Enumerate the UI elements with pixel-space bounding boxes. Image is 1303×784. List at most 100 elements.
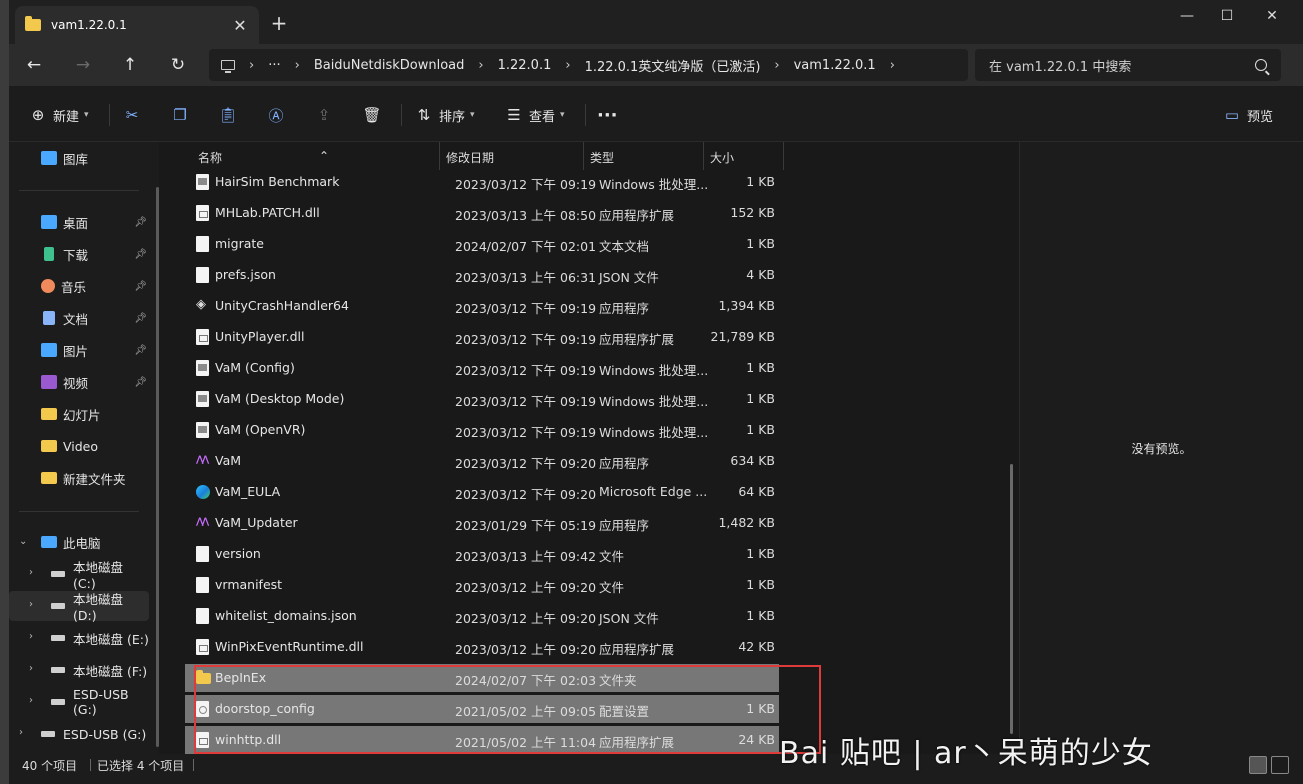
sidebar-item-downloads[interactable]: 下载 📌︎ — [9, 239, 149, 269]
chevron-down-icon[interactable]: ⌄ — [19, 536, 27, 547]
chevron-right-icon[interactable]: › — [29, 567, 33, 578]
sidebar-item-videos[interactable]: 视频 📌︎ — [9, 367, 149, 397]
file-list-scrollbar[interactable] — [1010, 464, 1013, 734]
file-row[interactable]: BepInEx 2024/02/07 下午 02:03 文件夹 — [185, 664, 779, 692]
forward-button[interactable]: → — [69, 52, 97, 78]
chevron-right-icon[interactable]: › — [29, 663, 33, 674]
column-divider[interactable] — [783, 142, 784, 170]
file-name: VaM (Config) — [215, 360, 295, 375]
search-box[interactable]: 在 vam1.22.0.1 中搜索 — [975, 49, 1281, 81]
sidebar-item-drive[interactable]: › 本地磁盘 (E:) — [9, 623, 149, 653]
sidebar-item-desktop[interactable]: 桌面 📌︎ — [9, 207, 149, 237]
cut-button[interactable]: ✂ — [121, 102, 143, 128]
chevron-right-icon[interactable]: › — [29, 599, 33, 610]
new-button[interactable]: ⊕ 新建 ▾ — [27, 102, 89, 128]
pin-icon[interactable]: 📌︎ — [134, 281, 147, 292]
delete-button[interactable]: 🗑︎ — [361, 102, 383, 128]
pin-icon[interactable]: 📌︎ — [134, 345, 147, 356]
refresh-button[interactable]: ↻ — [164, 52, 192, 78]
back-button[interactable]: ← — [20, 52, 48, 78]
rename-button[interactable]: Ⓐ — [265, 102, 287, 128]
maximize-button[interactable]: ☐ — [1204, 0, 1250, 32]
sidebar-item-drive[interactable]: › ESD-USB (G:) — [9, 687, 149, 717]
column-header-type[interactable]: 类型 — [590, 149, 614, 166]
address-bar[interactable]: › ··· › BaiduNetdiskDownload › 1.22.0.1 … — [209, 49, 968, 81]
file-row[interactable]: ◈ UnityCrashHandler64 2023/03/12 下午 09:19 应… — [185, 292, 779, 320]
preview-pane-button[interactable]: ▭ 预览 — [1221, 102, 1273, 128]
column-header-name[interactable]: 名称 — [198, 149, 222, 166]
breadcrumb-item[interactable]: 1.22.0.1英文纯净版（已激活) — [585, 56, 761, 75]
file-row[interactable]: version 2023/03/13 上午 09:42 文件 1 KB — [185, 540, 779, 568]
active-tab[interactable]: vam1.22.0.1 ✕ — [15, 6, 259, 44]
sidebar-item-folder[interactable]: 幻灯片 — [9, 399, 149, 429]
chevron-right-icon[interactable]: › — [29, 695, 33, 706]
breadcrumb-item[interactable]: BaiduNetdiskDownload — [314, 58, 465, 73]
sidebar-item-drive[interactable]: › 本地磁盘 (F:) — [9, 655, 149, 685]
file-row[interactable]: VaM_EULA 2023/03/12 下午 09:20 Microsoft Edg… — [185, 478, 779, 506]
file-row[interactable]: WinPixEventRuntime.dll 2023/03/12 上午 09:2… — [185, 633, 779, 661]
sidebar-scrollbar[interactable] — [156, 187, 159, 747]
sidebar-item-label: 下载 — [63, 247, 89, 263]
tiles-view-button[interactable] — [1271, 756, 1289, 774]
sidebar-item-drive[interactable]: › 本地磁盘 (C:) — [9, 559, 149, 591]
document-icon — [196, 236, 209, 252]
file-row[interactable]: VaM (Desktop Mode) 2023/03/12 下午 09:19 Win… — [185, 385, 779, 413]
file-size: 64 KB — [738, 484, 775, 499]
file-row[interactable]: doorstop_config 2021/05/02 上午 09:05 配置设置 1 … — [185, 695, 779, 723]
search-input[interactable]: 在 vam1.22.0.1 中搜索 — [989, 56, 1255, 75]
tab-close-icon[interactable]: ✕ — [231, 16, 249, 35]
file-row[interactable]: prefs.json 2023/03/13 上午 06:31 JSON 文件 4 KB — [185, 261, 779, 289]
pin-icon[interactable]: 📌︎ — [134, 217, 147, 228]
sort-button[interactable]: ⇅ 排序 ▾ — [413, 102, 475, 128]
file-name: prefs.json — [215, 267, 276, 282]
dll-file-icon — [196, 639, 209, 655]
sidebar-item-drive[interactable]: › ESD-USB (G:) — [9, 719, 149, 749]
file-row[interactable]: VaM (OpenVR) 2023/03/12 下午 09:19 Windows 批… — [185, 416, 779, 444]
pin-icon[interactable]: 📌︎ — [134, 249, 147, 260]
column-divider[interactable] — [583, 142, 584, 170]
view-icon: ☰ — [507, 106, 521, 124]
file-row[interactable]: UnityPlayer.dll 2023/03/12 下午 09:19 应用程序扩展… — [185, 323, 779, 351]
file-row[interactable]: ⋀⋀ VaM 2023/03/12 下午 09:20 应用程序 634 KB — [185, 447, 779, 475]
file-row[interactable]: whitelist_domains.json 2023/03/12 上午 09:2… — [185, 602, 779, 630]
file-type: Windows 批处理... — [599, 177, 709, 192]
paste-button[interactable]: 📋︎ — [217, 102, 239, 128]
close-window-button[interactable]: ✕ — [1249, 0, 1295, 32]
file-row[interactable]: VaM (Config) 2023/03/12 下午 09:19 Windows 批… — [185, 354, 779, 382]
breadcrumb-item[interactable]: 1.22.0.1 — [498, 58, 552, 73]
sidebar-item-this-pc[interactable]: ⌄ 此电脑 — [9, 527, 149, 557]
column-header-size[interactable]: 大小 — [710, 149, 734, 166]
sidebar-item-label: 音乐 — [61, 279, 87, 295]
column-header-date[interactable]: 修改日期 — [446, 149, 494, 166]
file-size: 1 KB — [746, 236, 775, 251]
sidebar-item-documents[interactable]: 文档 📌︎ — [9, 303, 149, 333]
file-row[interactable]: vrmanifest 2023/03/12 上午 09:20 文件 1 KB — [185, 571, 779, 599]
sidebar-item-drive[interactable]: › 本地磁盘 (D:) — [9, 591, 149, 623]
details-view-button[interactable] — [1249, 756, 1267, 774]
sidebar-item-gallery[interactable]: 图库 — [9, 143, 149, 173]
chevron-right-icon[interactable]: › — [29, 631, 33, 642]
copy-button[interactable]: ❐ — [169, 102, 191, 128]
new-tab-button[interactable]: + — [267, 12, 291, 34]
column-divider[interactable] — [439, 142, 440, 170]
file-row[interactable]: MHLab.PATCH.dll 2023/03/13 上午 08:50 应用程序扩展… — [185, 199, 779, 227]
file-row[interactable]: winhttp.dll 2021/05/02 上午 11:04 应用程序扩展 24 K… — [185, 726, 779, 754]
file-row[interactable]: HairSim Benchmark 2023/03/12 下午 09:19 Wind… — [185, 168, 779, 196]
sidebar-item-folder[interactable]: Video — [9, 431, 149, 461]
pin-icon[interactable]: 📌︎ — [134, 313, 147, 324]
chevron-right-icon[interactable]: › — [19, 727, 23, 738]
file-row[interactable]: migrate 2024/02/07 下午 02:01 文本文档 1 KB — [185, 230, 779, 258]
more-options-button[interactable]: ··· — [597, 102, 618, 128]
sidebar-item-pictures[interactable]: 图片 📌︎ — [9, 335, 149, 365]
share-button[interactable]: ⇪ — [313, 102, 335, 128]
sidebar-item-folder[interactable]: 新建文件夹 — [9, 463, 149, 493]
sidebar-item-music[interactable]: 音乐 📌︎ — [9, 271, 149, 301]
breadcrumb-item[interactable]: vam1.22.0.1 — [794, 58, 876, 73]
divider — [193, 759, 194, 771]
up-button[interactable]: ↑ — [116, 52, 144, 78]
column-divider[interactable] — [703, 142, 704, 170]
breadcrumb-overflow[interactable]: ··· — [268, 58, 280, 73]
pin-icon[interactable]: 📌︎ — [134, 377, 147, 388]
file-row[interactable]: ⋀⋀ VaM_Updater 2023/01/29 下午 05:19 应用程序 1,48… — [185, 509, 779, 537]
view-button[interactable]: ☰ 查看 ▾ — [503, 102, 564, 128]
